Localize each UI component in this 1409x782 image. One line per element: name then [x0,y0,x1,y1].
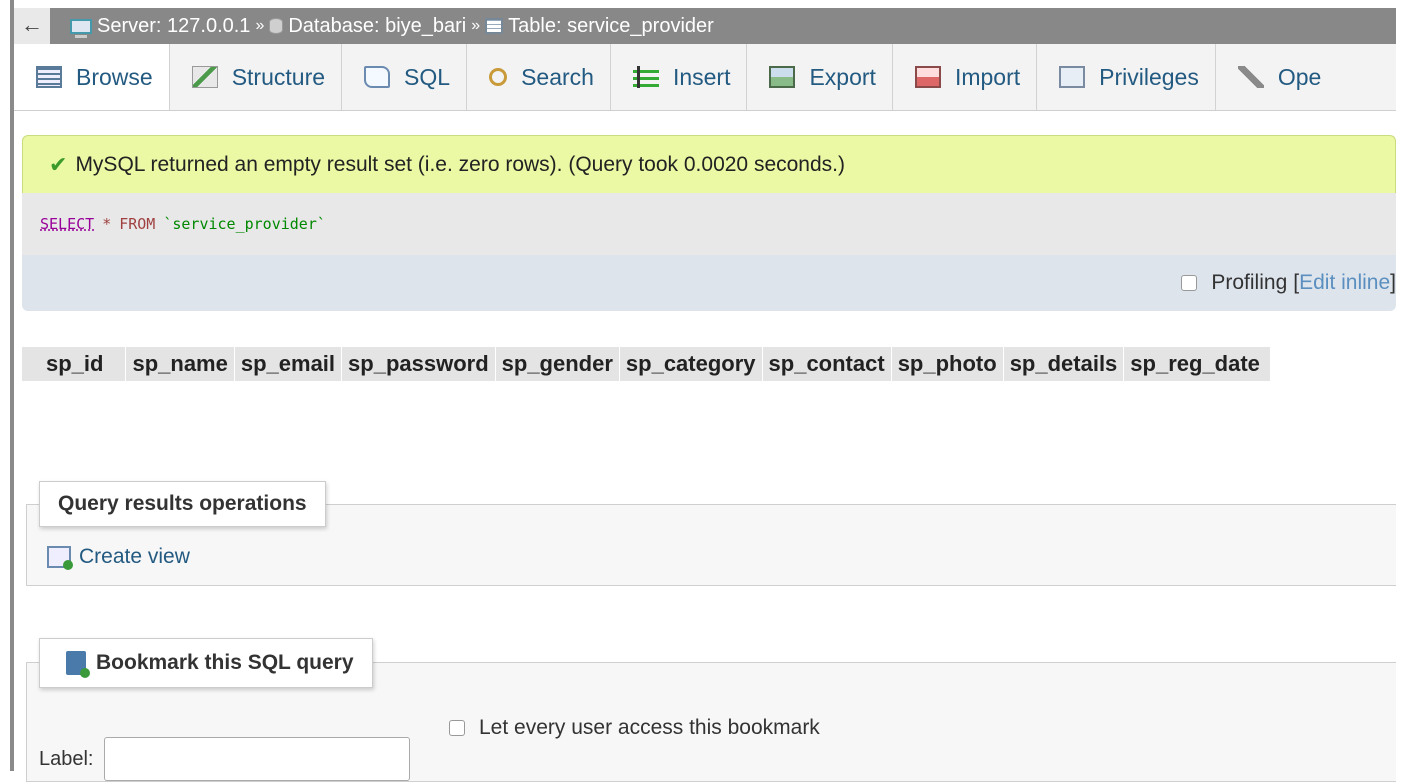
column-header[interactable]: sp_photo [892,347,1004,381]
structure-icon [191,66,218,88]
back-arrow-icon[interactable]: ← [14,8,50,44]
tab-structure-label: Structure [231,63,326,90]
sql-table-name: `service_provider` [163,215,326,233]
wrench-icon [1237,66,1264,88]
tab-privileges-label: Privileges [1099,63,1199,90]
tab-import[interactable]: Import [893,44,1038,110]
edit-inline-link[interactable]: Edit inline [1299,271,1390,295]
success-message-text: MySQL returned an empty result set (i.e.… [75,152,845,176]
browse-icon [36,66,62,88]
bookmark-legend-text: Bookmark this SQL query [96,651,354,674]
tab-export-label: Export [809,63,876,90]
tab-sql[interactable]: SQL [342,44,468,110]
server-icon [70,18,92,38]
bookmark-label-text: Label: [39,747,94,770]
sql-star: * [102,215,112,233]
import-icon [914,66,941,88]
sql-icon [364,66,391,88]
tab-export[interactable]: Export [747,44,893,110]
tab-sql-label: SQL [404,63,451,90]
create-view-link[interactable]: Create view [47,545,190,570]
column-header[interactable]: sp_id [22,347,127,381]
column-header[interactable]: sp_password [342,347,496,381]
bookmark-label-row: Label: [39,737,410,781]
query-results-operations: Query results operations Create view [26,481,1396,586]
query-results-operations-legend: Query results operations [39,481,326,527]
result-column-headers: sp_id sp_name sp_email sp_password sp_ge… [22,347,1271,381]
table-icon [485,18,504,34]
crumb-database[interactable]: Database: biye_bari [269,15,466,38]
tab-browse-label: Browse [76,63,153,90]
check-icon: ✔ [49,151,68,177]
share-bookmark-label: Let every user access this bookmark [479,716,820,739]
crumb-server-label: Server: 127.0.0.1 [97,14,251,37]
crumb-separator: » [255,17,265,34]
bracket-close: ] [1390,271,1396,294]
profiling-bar: Profiling [ Edit inline ] [22,255,1396,311]
profiling-checkbox[interactable] [1181,275,1198,291]
bookmark-icon [66,651,90,678]
bookmark-sql-query: Bookmark this SQL query Label: Let every… [26,638,1396,782]
tab-operations[interactable]: Ope [1216,44,1337,110]
crumb-database-label: Database: biye_bari [288,14,467,37]
column-header[interactable]: sp_email [235,347,343,381]
tab-search-label: Search [521,63,594,90]
column-header[interactable]: sp_reg_date [1124,347,1271,381]
column-header[interactable]: sp_category [620,347,763,381]
sql-keyword-select[interactable]: SELECT [40,215,94,233]
bookmark-label-input[interactable] [103,737,410,781]
tab-privileges[interactable]: Privileges [1037,44,1216,110]
bookmark-legend: Bookmark this SQL query [39,638,373,688]
export-icon [769,66,796,88]
left-frame-border [10,0,14,771]
database-icon [269,18,284,34]
tab-operations-label: Ope [1277,63,1322,90]
breadcrumb-trail: Server: 127.0.0.1 » Database: biye_bari … [70,8,714,44]
crumb-server[interactable]: Server: 127.0.0.1 [70,15,250,38]
column-header[interactable]: sp_contact [763,347,892,381]
privileges-icon [1059,66,1086,88]
tab-insert[interactable]: Insert [611,44,748,110]
create-view-icon [47,546,73,570]
bookmark-share-row: Let every user access this bookmark [449,715,820,741]
column-header[interactable]: sp_name [126,347,235,381]
tab-structure[interactable]: Structure [170,44,343,110]
insert-icon [632,66,659,88]
sql-keyword-from: FROM [119,215,156,233]
tab-import-label: Import [954,63,1021,90]
share-bookmark-checkbox[interactable] [449,720,465,736]
crumb-separator: » [471,17,481,34]
tab-insert-label: Insert [672,63,731,90]
tab-search[interactable]: Search [467,44,611,110]
crumb-table[interactable]: Table: service_provider [485,15,714,38]
create-view-label: Create view [79,545,190,568]
success-message: ✔ MySQL returned an empty result set (i.… [22,135,1396,193]
tab-browse[interactable]: Browse [14,44,170,110]
sql-query-display: SELECT * FROM `service_provider` [22,193,1396,255]
profiling-label: Profiling [1211,271,1288,294]
tab-bar: Browse Structure SQL Search Insert Expor… [14,44,1396,111]
column-header[interactable]: sp_details [1004,347,1125,381]
crumb-table-label: Table: service_provider [508,14,714,37]
column-header[interactable]: sp_gender [496,347,620,381]
profiling-controls: Profiling [ Edit inline ] [1181,271,1396,295]
search-icon [489,68,508,86]
breadcrumb: ← Server: 127.0.0.1 » Database: biye_bar… [14,8,1396,44]
